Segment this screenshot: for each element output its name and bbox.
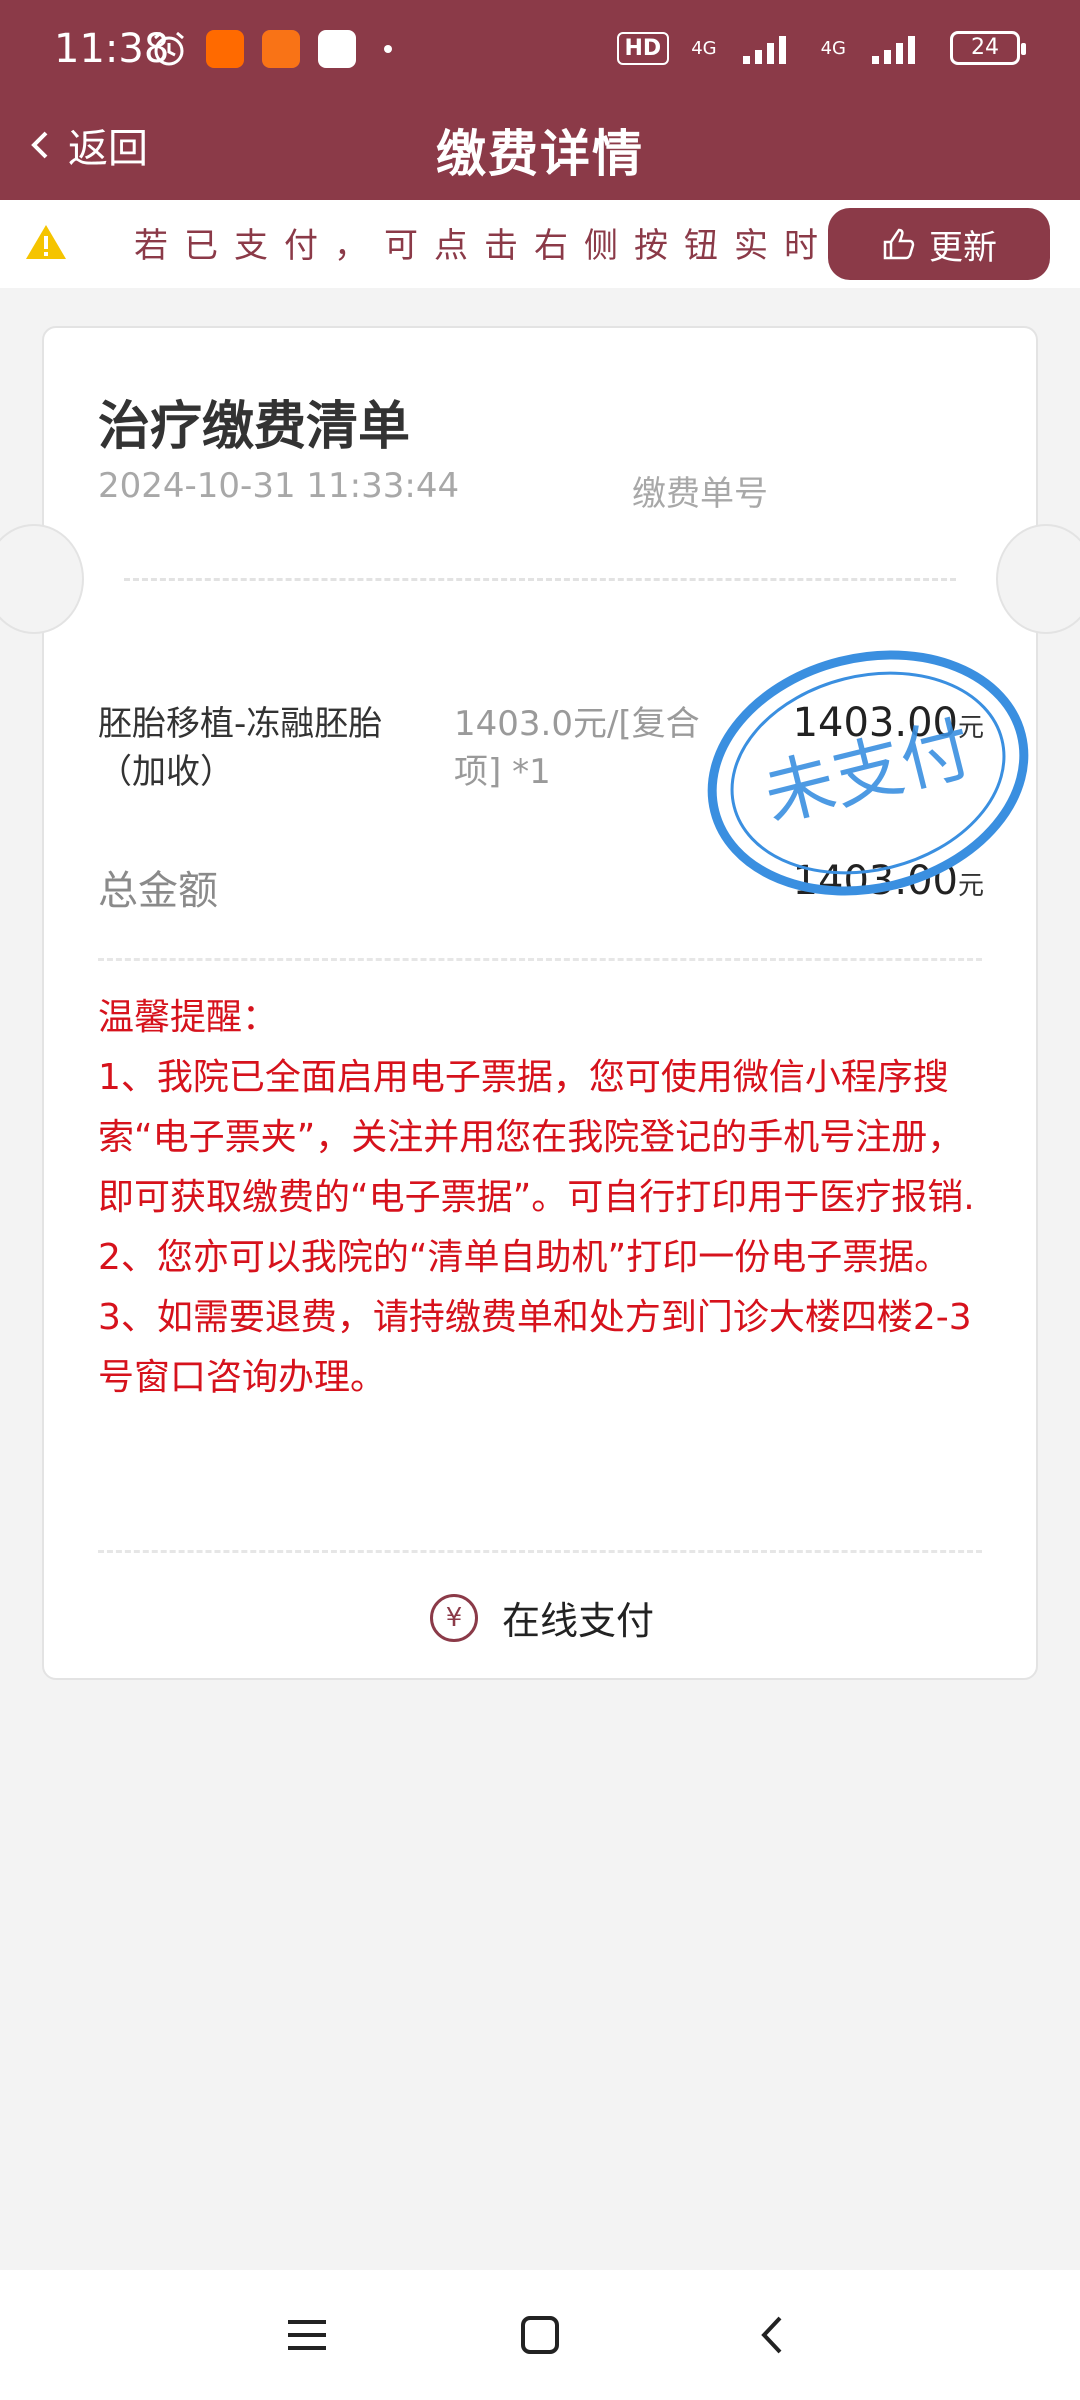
item-price: 1403.0元/[复合项] *1 bbox=[454, 704, 700, 792]
tips-title: 温馨提醒： bbox=[98, 997, 279, 1038]
notice-text: 若已支付，可点击右侧按钮实时更新 bbox=[134, 226, 854, 266]
total-label: 总金额 bbox=[98, 868, 218, 914]
nav-bar: 返回 缴费详情 bbox=[0, 104, 1080, 200]
back-icon[interactable] bbox=[748, 2310, 798, 2360]
update-button[interactable]: 更新 bbox=[828, 208, 1050, 280]
stamp-text: 未支付 bbox=[756, 707, 980, 837]
temu-app-icon bbox=[262, 30, 300, 68]
notice-bar: 若已支付，可点击右侧按钮实时更新 更新 bbox=[0, 200, 1080, 288]
item-name: 胚胎移植-冻融胚胎（加收） bbox=[98, 704, 383, 792]
system-nav-bar bbox=[0, 2270, 1080, 2400]
ticket-notch-right bbox=[996, 524, 1080, 634]
online-pay-label: 在线支付 bbox=[501, 1599, 654, 1643]
yen-icon: ¥ bbox=[429, 1593, 478, 1642]
status-right: HD 4G 4G 24 bbox=[616, 30, 1026, 66]
divider bbox=[124, 578, 956, 581]
page-title: 缴费详情 bbox=[436, 125, 644, 183]
divider bbox=[98, 1550, 982, 1553]
app-icon bbox=[318, 30, 356, 68]
card-title: 治疗缴费清单 bbox=[98, 397, 411, 457]
hd-icon: HD bbox=[616, 31, 670, 65]
update-label: 更新 bbox=[929, 227, 997, 268]
signal-icon bbox=[742, 36, 786, 64]
network-2-label: 4G bbox=[820, 37, 846, 59]
divider bbox=[98, 958, 982, 961]
unpaid-stamp: 未支付 bbox=[707, 650, 1029, 896]
ticket-notch-left bbox=[0, 524, 84, 634]
network-1-label: 4G bbox=[691, 37, 717, 59]
payment-datetime: 2024-10-31 11:33:44 bbox=[98, 466, 460, 506]
signal-icon-2 bbox=[872, 36, 915, 64]
menu-icon[interactable] bbox=[282, 2310, 332, 2360]
notification-icons bbox=[150, 30, 392, 68]
alarm-icon bbox=[150, 30, 188, 68]
thumbs-up-icon bbox=[883, 228, 915, 260]
top-bar: 11:38 HD 4G 4G 24 返回 缴费详情 bbox=[0, 0, 1080, 200]
home-icon[interactable] bbox=[515, 2310, 565, 2360]
battery-icon: 24 bbox=[950, 31, 1026, 65]
tip-3: 3、如需要退费，请持缴费单和处方到门诊大楼四楼2-3号窗口咨询办理。 bbox=[98, 1297, 972, 1398]
online-pay-button[interactable]: ¥ 在线支付 bbox=[44, 1590, 1040, 1645]
status-bar: 11:38 HD 4G 4G 24 bbox=[0, 0, 1080, 104]
warning-icon bbox=[26, 225, 66, 259]
tips-section: 温馨提醒： 1、我院已全面启用电子票据，您可使用微信小程序搜索“电子票夹”，关注… bbox=[98, 988, 998, 1408]
tip-1: 1、我院已全面启用电子票据，您可使用微信小程序搜索“电子票夹”，关注并用您在我院… bbox=[98, 1057, 975, 1218]
payment-card: 治疗缴费清单 2024-10-31 11:33:44 缴费单号 胚胎移植-冻融胚… bbox=[0, 326, 1080, 1680]
order-no-label: 缴费单号 bbox=[632, 474, 768, 514]
tip-2: 2、您亦可以我院的“清单自助机”打印一份电子票据。 bbox=[98, 1237, 951, 1278]
more-notifications-dot bbox=[384, 45, 392, 53]
taobao-app-icon bbox=[206, 30, 244, 68]
